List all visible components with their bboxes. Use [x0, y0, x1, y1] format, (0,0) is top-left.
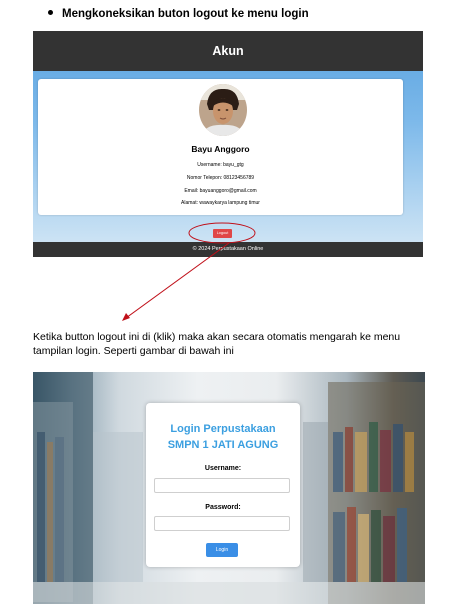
arrow-line [125, 242, 230, 319]
login-card: Login Perpustakaan SMPN 1 JATI AGUNG Use… [146, 403, 300, 567]
username-label: Username: [204, 465, 242, 472]
login-button[interactable]: Login [206, 543, 238, 557]
login-title-line1: Login Perpustakaan [170, 423, 276, 435]
username-input[interactable] [154, 478, 290, 493]
password-input[interactable] [154, 516, 290, 531]
highlight-ellipse [188, 222, 256, 244]
login-title-line2: SMPN 1 JATI AGUNG [167, 439, 279, 451]
login-screenshot: Login Perpustakaan SMPN 1 JATI AGUNG Use… [33, 372, 425, 604]
arrow-head-icon [122, 313, 130, 321]
description-paragraph: Ketika button logout ini di (klik) maka … [33, 331, 401, 357]
password-label: Password: [205, 504, 241, 511]
